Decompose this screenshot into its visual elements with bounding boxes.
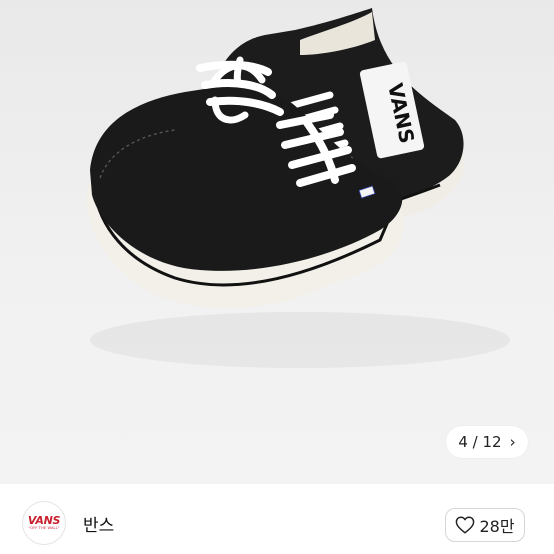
heart-outline-icon — [456, 516, 475, 534]
vans-logo-text: VANS — [27, 514, 61, 528]
like-button[interactable]: 28만 — [445, 508, 525, 542]
shop-avatar[interactable]: VANS "OFF THE WALL" — [22, 501, 66, 545]
product-page: VANS 4 / 12 › VANS "OFF THE WALL" 반스 28만 — [0, 0, 554, 554]
vans-logo-tagline: "OFF THE WALL" — [28, 526, 60, 531]
like-count: 28만 — [479, 517, 515, 536]
product-photo: VANS — [86, 8, 510, 368]
image-counter-text: 4 / 12 — [458, 433, 502, 451]
chevron-right-icon[interactable]: › — [510, 434, 516, 450]
image-counter[interactable]: 4 / 12 › — [446, 426, 528, 458]
shop-name[interactable]: 반스 — [83, 511, 114, 536]
product-image-carousel[interactable]: VANS 4 / 12 › — [0, 0, 554, 484]
